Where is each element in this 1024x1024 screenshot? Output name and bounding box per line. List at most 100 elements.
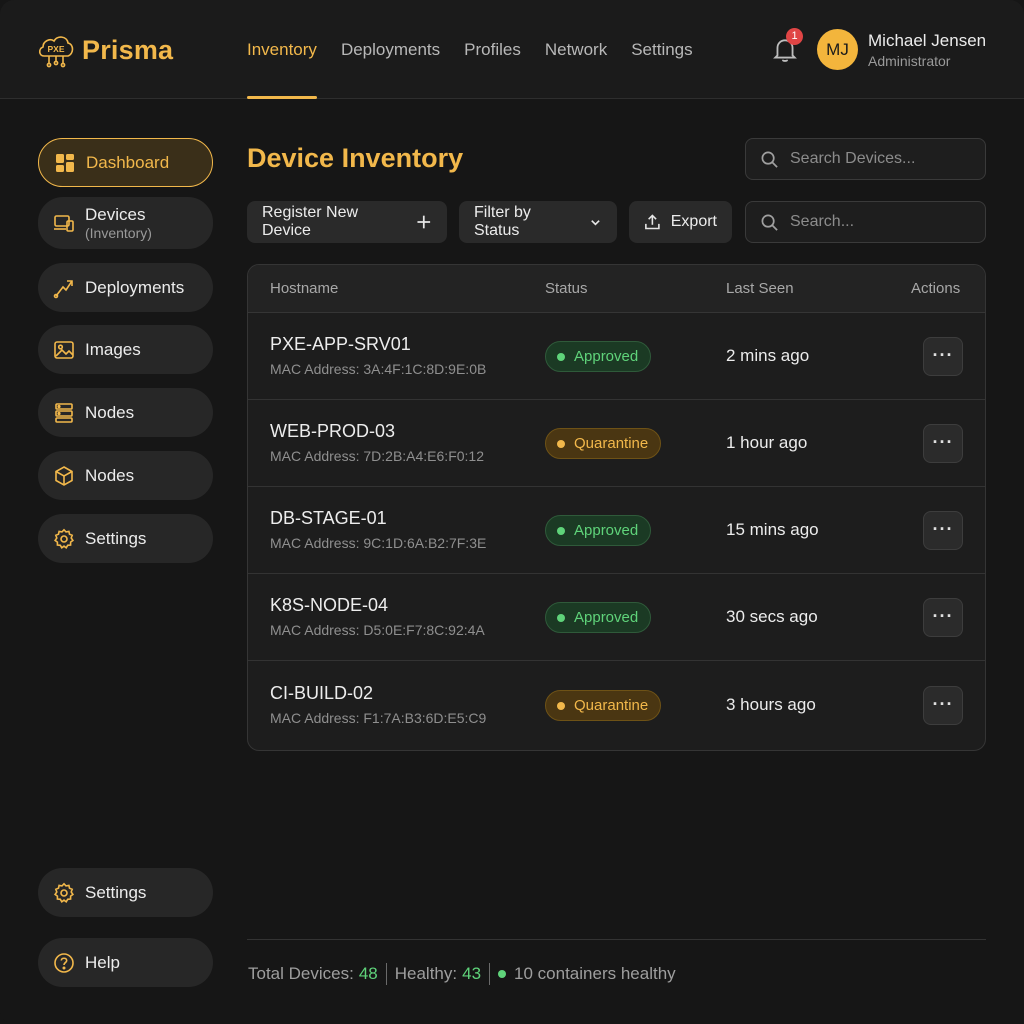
status-badge: Approved	[545, 602, 652, 633]
table-search-box	[745, 201, 986, 243]
help-icon	[54, 952, 74, 973]
health-dot	[498, 970, 507, 978]
total-devices-value: 48	[358, 964, 378, 983]
image-icon	[54, 340, 74, 359]
nav-deployments[interactable]: Deployments	[341, 0, 440, 99]
sidebar-item-label: Deployments	[85, 277, 185, 297]
sidebar-item-label: Nodes	[85, 465, 135, 485]
dashboard-icon	[56, 153, 74, 172]
hostname: WEB-PROD-03	[270, 421, 396, 441]
sidebar-item-nodes[interactable]: Nodes	[38, 388, 213, 437]
nav-inventory[interactable]: Inventory	[247, 0, 317, 99]
export-label: Export	[670, 213, 717, 230]
pxe-cloud-logo-icon: PXE	[38, 36, 74, 68]
status-text: Quarantine	[574, 435, 649, 452]
sidebar-item-label: Settings	[85, 882, 147, 902]
table-search-input[interactable]	[790, 213, 960, 231]
sidebar-bottom-help[interactable]: Help	[38, 938, 213, 987]
table-row[interactable]: WEB-PROD-03 MAC Address: 7D:2B:A4:E6:F0:…	[248, 400, 985, 487]
status-dot	[557, 701, 565, 710]
table-row[interactable]: K8S-NODE-04 MAC Address: D5:0E:F7:8C:92:…	[248, 574, 985, 661]
search-icon	[761, 214, 778, 231]
nav-network[interactable]: Network	[545, 0, 607, 99]
row-actions-button[interactable]: ···	[923, 424, 963, 463]
footer-divider	[247, 939, 986, 940]
mac-address: MAC Address: D5:0E:F7:8C:92:4A	[270, 622, 485, 638]
device-table: Hostname Status Last Seen Actions PXE-AP…	[247, 264, 986, 751]
sidebar-item-images[interactable]: Images	[38, 325, 213, 374]
gear-icon	[53, 882, 75, 903]
row-actions-button[interactable]: ···	[923, 686, 963, 725]
sidebar-item-dashboard[interactable]: Dashboard	[38, 138, 213, 187]
total-devices-label: Total Devices:	[248, 964, 354, 983]
filter-status-label: Filter by Status	[474, 204, 531, 239]
nav-settings[interactable]: Settings	[631, 0, 692, 99]
sidebar-item-label: Images	[85, 339, 141, 359]
table-row[interactable]: CI-BUILD-02 MAC Address: F1:7A:B3:6D:E5:…	[248, 662, 985, 749]
sidebar-bottom-settings[interactable]: Settings	[38, 868, 213, 917]
footer-separator	[489, 963, 491, 985]
status-text: Approved	[574, 348, 639, 365]
sidebar-item-sublabel: (Inventory)	[85, 224, 152, 241]
column-header-last-seen[interactable]: Last Seen	[726, 280, 794, 297]
mac-address: MAC Address: 9C:1D:6A:B2:7F:3E	[270, 535, 487, 551]
user-role: Administrator	[868, 53, 951, 69]
logo[interactable]: PXE Prisma	[36, 30, 173, 70]
sidebar-item-nodes-2[interactable]: Nodes	[38, 451, 213, 500]
hostname: CI-BUILD-02	[270, 683, 374, 703]
row-actions-button[interactable]: ···	[923, 598, 963, 637]
top-header: PXE Prisma Inventory Deployments Profile…	[0, 0, 1024, 99]
chevron-down-icon	[591, 219, 600, 226]
sidebar-item-deployments[interactable]: Deployments	[38, 263, 213, 312]
main-nav: Inventory Deployments Profiles Network S…	[247, 0, 717, 99]
status-badge: Approved	[545, 341, 652, 372]
sidebar-item-label: Devices	[85, 205, 146, 225]
register-device-button[interactable]: Register New Device	[247, 201, 447, 243]
status-text: Approved	[574, 609, 639, 626]
sidebar-item-label: Nodes	[85, 402, 135, 422]
status-dot	[557, 613, 565, 622]
notification-count-badge: 1	[786, 28, 803, 45]
status-text: Approved	[574, 522, 639, 539]
healthy-value: 43	[462, 964, 482, 983]
column-header-hostname[interactable]: Hostname	[270, 280, 338, 297]
devices-icon	[54, 215, 74, 232]
healthy-label: Healthy:	[394, 964, 458, 983]
upload-icon	[645, 214, 660, 230]
last-seen: 2 mins ago	[726, 346, 810, 365]
sidebar-item-devices[interactable]: Devices (Inventory)	[38, 197, 213, 249]
status-footer: Total Devices: 48 Healthy: 43 10 contain…	[248, 963, 676, 985]
last-seen: 15 mins ago	[726, 520, 819, 539]
status-dot	[557, 526, 565, 535]
status-badge: Quarantine	[545, 690, 662, 721]
status-badge: Quarantine	[545, 428, 662, 459]
user-name: Michael Jensen	[868, 31, 987, 50]
last-seen: 3 hours ago	[726, 695, 816, 714]
table-row[interactable]: PXE-APP-SRV01 MAC Address: 3A:4F:1C:8D:9…	[248, 313, 985, 400]
hostname: K8S-NODE-04	[270, 595, 389, 615]
sidebar-item-label: Dashboard	[86, 152, 170, 172]
notifications-button[interactable]: 1	[772, 28, 803, 64]
row-actions-button[interactable]: ···	[923, 511, 963, 550]
sidebar-item-settings[interactable]: Settings	[38, 514, 213, 563]
mac-address: MAC Address: F1:7A:B3:6D:E5:C9	[270, 710, 487, 726]
register-device-label: Register New Device	[262, 204, 359, 239]
deploy-icon	[53, 279, 73, 298]
containers-status: 10 containers healthy	[514, 964, 676, 983]
table-row[interactable]: DB-STAGE-01 MAC Address: 9C:1D:6A:B2:7F:…	[248, 487, 985, 574]
app-name: Prisma	[82, 34, 174, 65]
last-seen: 1 hour ago	[726, 433, 808, 452]
sidebar-item-label: Settings	[85, 528, 147, 548]
avatar[interactable]: MJ	[817, 29, 858, 70]
column-header-status[interactable]: Status	[545, 280, 588, 297]
plus-icon	[417, 215, 431, 229]
search-devices-box	[745, 138, 986, 180]
filter-status-button[interactable]: Filter by Status	[459, 201, 617, 243]
search-devices-input[interactable]	[790, 150, 960, 168]
row-actions-button[interactable]: ···	[923, 337, 963, 376]
hostname: PXE-APP-SRV01	[270, 334, 411, 354]
column-header-actions: Actions	[911, 280, 961, 297]
nav-profiles[interactable]: Profiles	[464, 0, 521, 99]
export-button[interactable]: Export	[629, 201, 732, 243]
server-icon	[55, 402, 73, 423]
